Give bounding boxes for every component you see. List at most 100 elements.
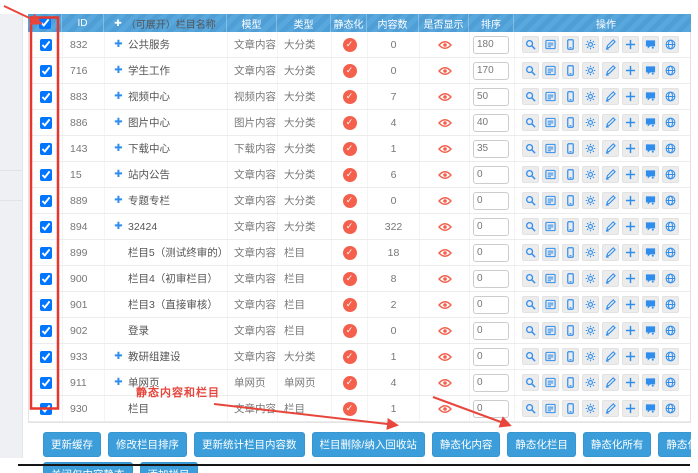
- add-icon[interactable]: [622, 270, 639, 287]
- sort-input[interactable]: [473, 322, 509, 340]
- toolbar-button[interactable]: 栏目删除/纳入回收站: [312, 432, 425, 457]
- mobile-icon[interactable]: [562, 140, 579, 157]
- settings-icon[interactable]: [582, 270, 599, 287]
- settings-icon[interactable]: [582, 244, 599, 261]
- settings-icon[interactable]: [582, 36, 599, 53]
- sort-input[interactable]: [473, 270, 509, 288]
- site-icon[interactable]: [662, 140, 679, 157]
- edit-icon[interactable]: [602, 62, 619, 79]
- add-icon[interactable]: [622, 374, 639, 391]
- row-checkbox[interactable]: [40, 169, 52, 181]
- row-checkbox[interactable]: [40, 273, 52, 285]
- comment-icon[interactable]: [642, 270, 659, 287]
- row-checkbox[interactable]: [40, 247, 52, 259]
- browse-icon[interactable]: [542, 270, 559, 287]
- static-enabled-icon[interactable]: ✓: [343, 142, 357, 156]
- edit-icon[interactable]: [602, 88, 619, 105]
- browse-icon[interactable]: [542, 244, 559, 261]
- search-icon[interactable]: [522, 218, 539, 235]
- browse-icon[interactable]: [542, 218, 559, 235]
- search-icon[interactable]: [522, 322, 539, 339]
- mobile-icon[interactable]: [562, 322, 579, 339]
- browse-icon[interactable]: [542, 62, 559, 79]
- settings-icon[interactable]: [582, 218, 599, 235]
- comment-icon[interactable]: [642, 218, 659, 235]
- edit-icon[interactable]: [602, 36, 619, 53]
- mobile-icon[interactable]: [562, 36, 579, 53]
- add-icon[interactable]: [622, 62, 639, 79]
- mobile-icon[interactable]: [562, 374, 579, 391]
- site-icon[interactable]: [662, 270, 679, 287]
- search-icon[interactable]: [522, 244, 539, 261]
- visible-eye-icon[interactable]: [438, 92, 452, 102]
- browse-icon[interactable]: [542, 140, 559, 157]
- site-icon[interactable]: [662, 88, 679, 105]
- search-icon[interactable]: [522, 62, 539, 79]
- browse-icon[interactable]: [542, 374, 559, 391]
- mobile-icon[interactable]: [562, 270, 579, 287]
- search-icon[interactable]: [522, 270, 539, 287]
- site-icon[interactable]: [662, 348, 679, 365]
- browse-icon[interactable]: [542, 400, 559, 417]
- add-icon[interactable]: [622, 88, 639, 105]
- visible-eye-icon[interactable]: [438, 170, 452, 180]
- edit-icon[interactable]: [602, 374, 619, 391]
- comment-icon[interactable]: [642, 192, 659, 209]
- edit-icon[interactable]: [602, 270, 619, 287]
- search-icon[interactable]: [522, 348, 539, 365]
- add-icon[interactable]: [622, 244, 639, 261]
- search-icon[interactable]: [522, 374, 539, 391]
- visible-eye-icon[interactable]: [438, 196, 452, 206]
- expand-plus-icon[interactable]: ✚: [113, 39, 124, 50]
- sort-input[interactable]: [473, 218, 509, 236]
- edit-icon[interactable]: [602, 296, 619, 313]
- expand-plus-icon[interactable]: ✚: [113, 351, 124, 362]
- mobile-icon[interactable]: [562, 348, 579, 365]
- static-enabled-icon[interactable]: ✓: [343, 402, 357, 416]
- settings-icon[interactable]: [582, 114, 599, 131]
- browse-icon[interactable]: [542, 322, 559, 339]
- settings-icon[interactable]: [582, 88, 599, 105]
- search-icon[interactable]: [522, 192, 539, 209]
- mobile-icon[interactable]: [562, 400, 579, 417]
- comment-icon[interactable]: [642, 400, 659, 417]
- toolbar-button[interactable]: 更新统计栏目内容数: [194, 432, 305, 457]
- comment-icon[interactable]: [642, 348, 659, 365]
- comment-icon[interactable]: [642, 36, 659, 53]
- site-icon[interactable]: [662, 244, 679, 261]
- comment-icon[interactable]: [642, 374, 659, 391]
- browse-icon[interactable]: [542, 114, 559, 131]
- browse-icon[interactable]: [542, 192, 559, 209]
- sort-input[interactable]: [473, 88, 509, 106]
- sort-input[interactable]: [473, 36, 509, 54]
- static-enabled-icon[interactable]: ✓: [343, 168, 357, 182]
- visible-eye-icon[interactable]: [438, 274, 452, 284]
- static-enabled-icon[interactable]: ✓: [343, 64, 357, 78]
- mobile-icon[interactable]: [562, 192, 579, 209]
- static-enabled-icon[interactable]: ✓: [343, 376, 357, 390]
- search-icon[interactable]: [522, 114, 539, 131]
- visible-eye-icon[interactable]: [438, 404, 452, 414]
- visible-eye-icon[interactable]: [438, 352, 452, 362]
- search-icon[interactable]: [522, 88, 539, 105]
- visible-eye-icon[interactable]: [438, 66, 452, 76]
- settings-icon[interactable]: [582, 348, 599, 365]
- toolbar-button[interactable]: 静态化栏目: [507, 432, 576, 457]
- browse-icon[interactable]: [542, 166, 559, 183]
- site-icon[interactable]: [662, 374, 679, 391]
- browse-icon[interactable]: [542, 348, 559, 365]
- edit-icon[interactable]: [602, 322, 619, 339]
- row-checkbox[interactable]: [40, 221, 52, 233]
- browse-icon[interactable]: [542, 88, 559, 105]
- comment-icon[interactable]: [642, 88, 659, 105]
- edit-icon[interactable]: [602, 140, 619, 157]
- mobile-icon[interactable]: [562, 166, 579, 183]
- edit-icon[interactable]: [602, 244, 619, 261]
- toolbar-button[interactable]: 静态化内容: [432, 432, 501, 457]
- expand-plus-icon[interactable]: ✚: [113, 169, 124, 180]
- row-checkbox[interactable]: [40, 195, 52, 207]
- mobile-icon[interactable]: [562, 244, 579, 261]
- sort-input[interactable]: [473, 114, 509, 132]
- site-icon[interactable]: [662, 218, 679, 235]
- visible-eye-icon[interactable]: [438, 248, 452, 258]
